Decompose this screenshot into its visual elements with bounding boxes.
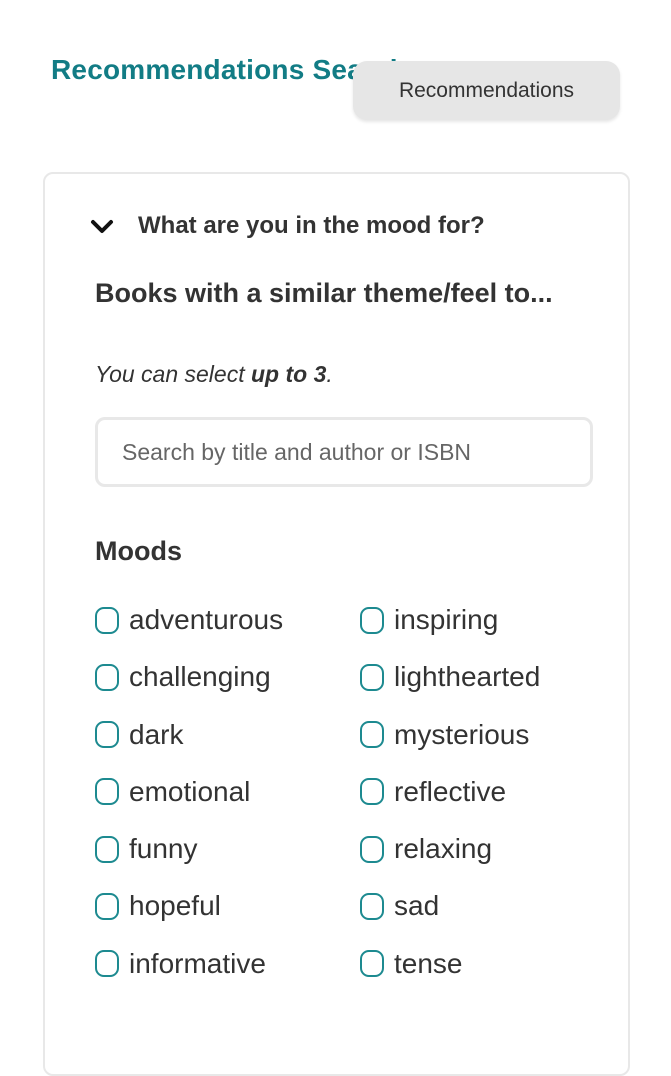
mood-option-relaxing[interactable]: relaxing (360, 829, 615, 869)
mood-option-mysterious[interactable]: mysterious (360, 715, 615, 755)
mood-option-inspiring[interactable]: inspiring (360, 600, 615, 640)
mood-accordion-toggle[interactable]: What are you in the mood for? (89, 212, 485, 240)
mood-option-tense[interactable]: tense (360, 944, 615, 984)
accordion-title: What are you in the mood for? (138, 212, 485, 239)
mood-option-informative[interactable]: informative (95, 944, 360, 984)
checkbox[interactable] (95, 835, 119, 863)
checkbox[interactable] (95, 606, 119, 634)
mood-option-sad[interactable]: sad (360, 886, 615, 926)
moods-checkbox-list: adventurous inspiring challenging lighth… (95, 600, 615, 1001)
mood-option-reflective[interactable]: reflective (360, 772, 615, 812)
mood-option-lighthearted[interactable]: lighthearted (360, 657, 615, 697)
mood-option-emotional[interactable]: emotional (95, 772, 360, 812)
checkbox[interactable] (360, 606, 384, 634)
selection-hint: You can select up to 3. (95, 361, 333, 387)
mood-option-funny[interactable]: funny (95, 829, 360, 869)
checkbox[interactable] (95, 778, 119, 806)
mood-option-hopeful[interactable]: hopeful (95, 886, 360, 926)
checkbox[interactable] (360, 892, 384, 920)
mood-option-challenging[interactable]: challenging (95, 657, 360, 697)
checkbox[interactable] (360, 721, 384, 749)
mood-option-adventurous[interactable]: adventurous (95, 600, 360, 640)
checkbox[interactable] (360, 778, 384, 806)
moods-heading: Moods (95, 536, 182, 566)
similar-books-heading: Books with a similar theme/feel to... (95, 278, 553, 308)
recommendations-button[interactable]: Recommendations (353, 61, 620, 120)
checkbox[interactable] (95, 892, 119, 920)
checkbox[interactable] (95, 721, 119, 749)
chevron-down-icon (91, 220, 113, 233)
checkbox[interactable] (95, 950, 119, 978)
book-search-input[interactable] (95, 417, 593, 487)
checkbox[interactable] (95, 663, 119, 691)
checkbox[interactable] (360, 663, 384, 691)
checkbox[interactable] (360, 835, 384, 863)
checkbox[interactable] (360, 950, 384, 978)
mood-option-dark[interactable]: dark (95, 715, 360, 755)
